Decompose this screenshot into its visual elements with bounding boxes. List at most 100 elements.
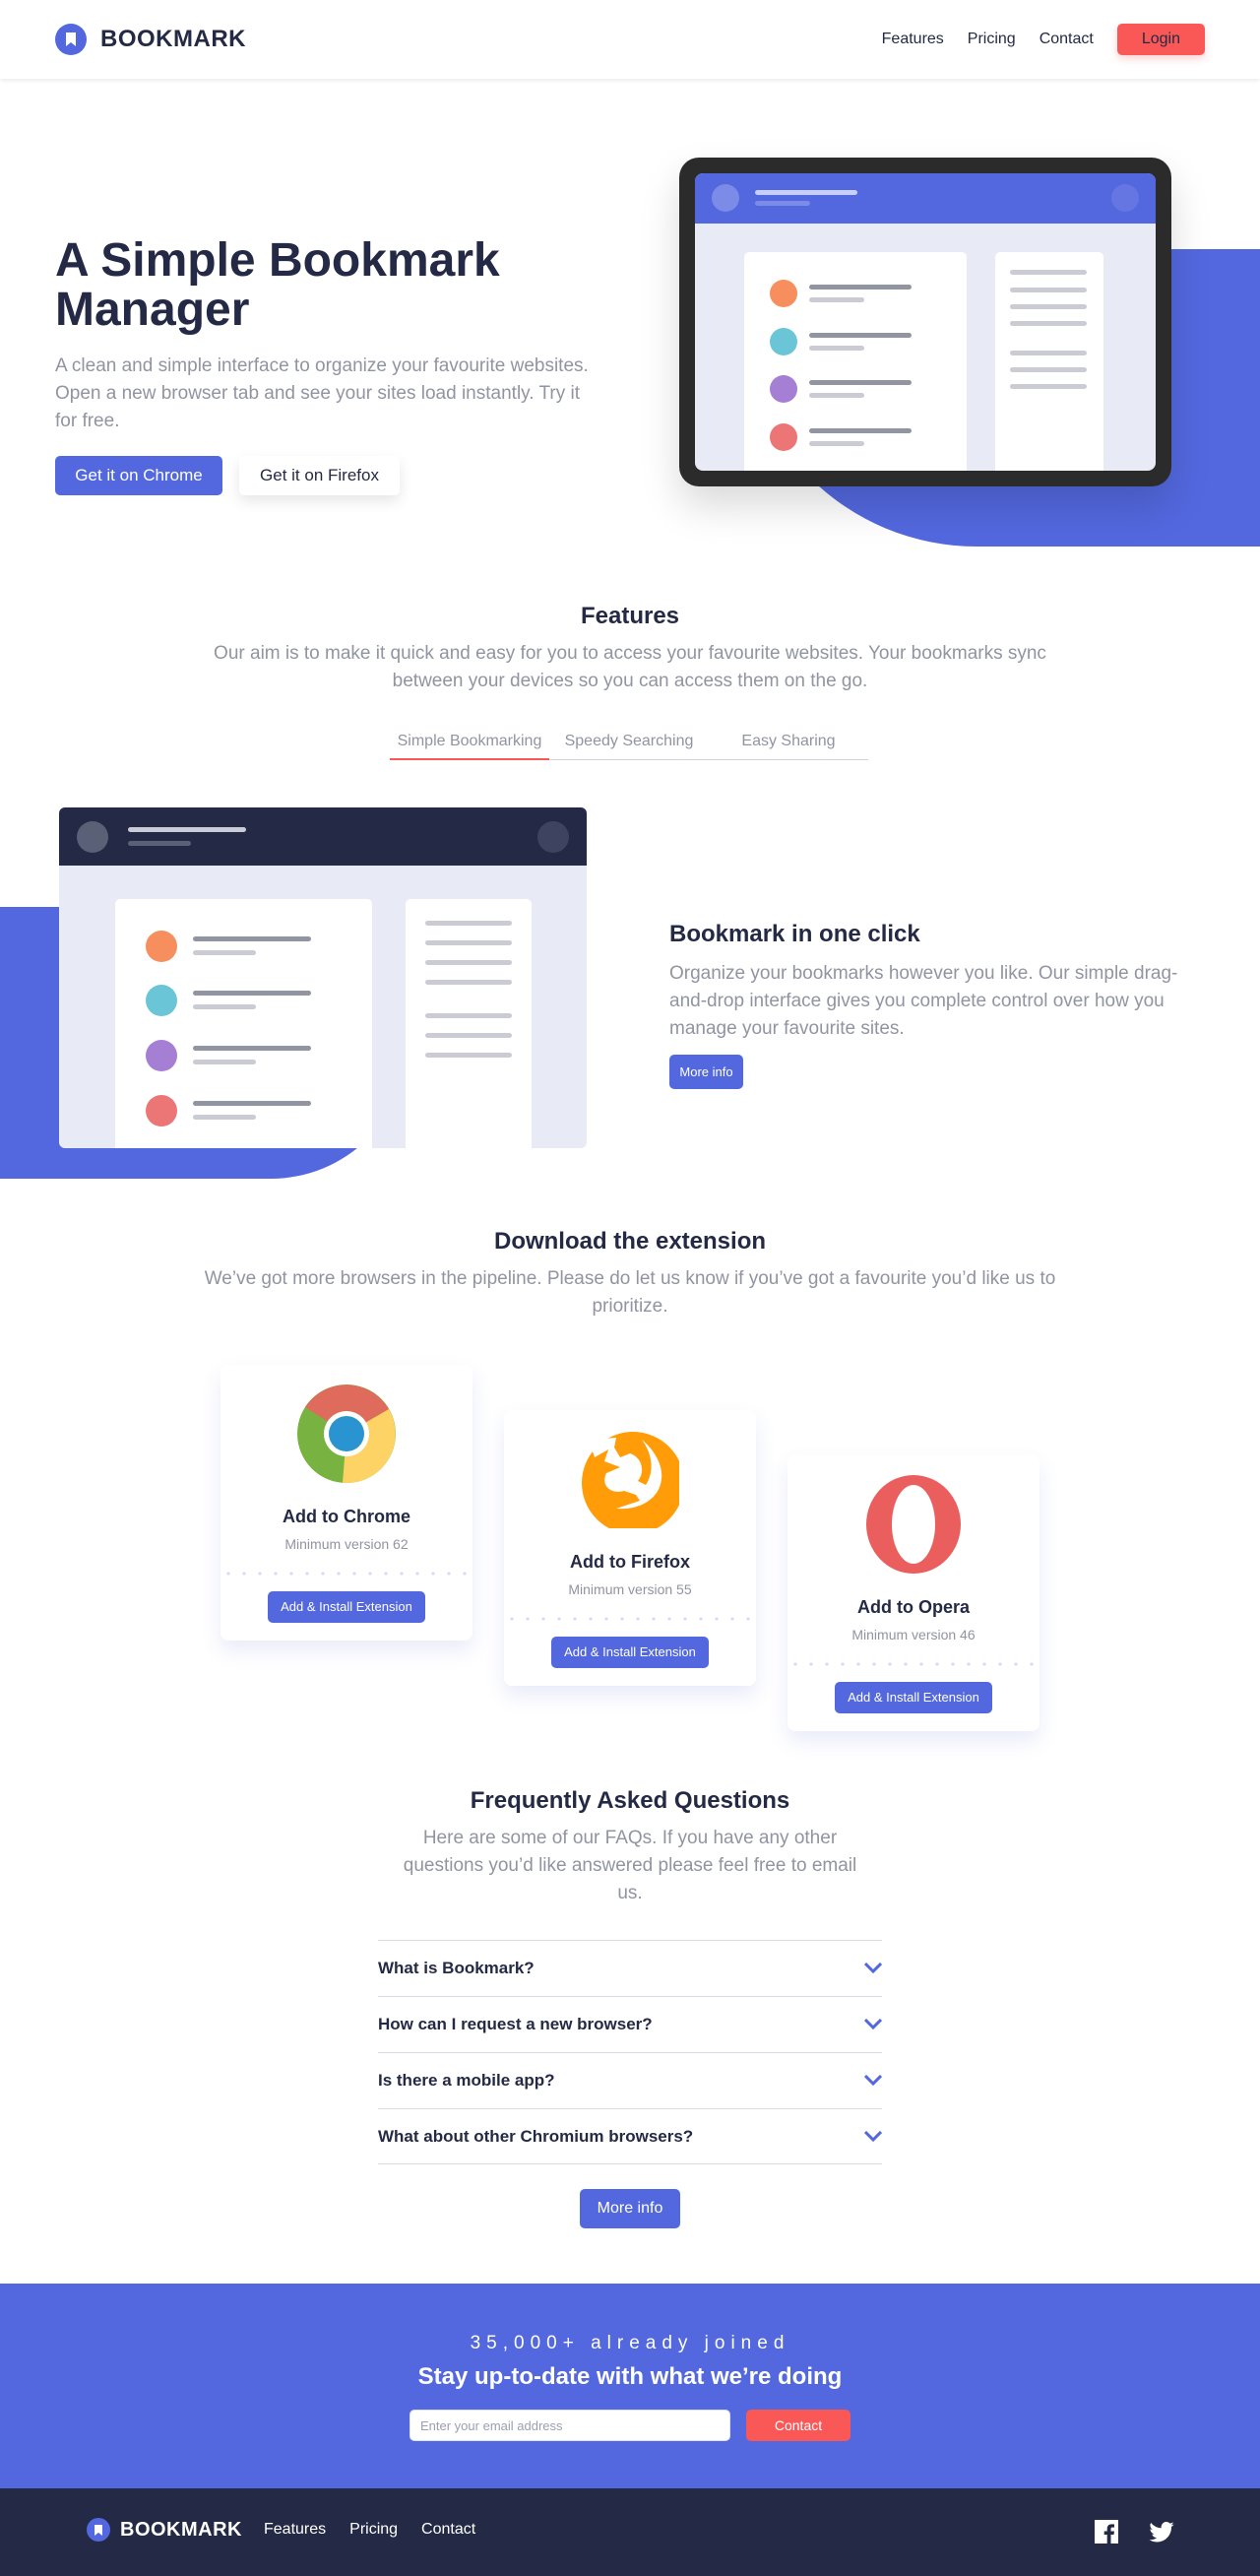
features-tabs: Simple Bookmarking Speedy Searching Easy… [390, 727, 868, 760]
mock-app-bar [59, 807, 587, 866]
footer-nav-features[interactable]: Features [264, 2521, 326, 2539]
bookmark-icon [55, 24, 87, 55]
faq-title: Frequently Asked Questions [470, 1787, 790, 1814]
tab-simple-bookmarking[interactable]: Simple Bookmarking [390, 727, 549, 760]
browser-card-version: Minimum version 62 [284, 1536, 409, 1552]
mock-line [809, 333, 912, 338]
mock-line [193, 991, 311, 996]
firefox-icon [582, 1432, 679, 1528]
chevron-down-icon [864, 2019, 882, 2030]
mock-line [1010, 304, 1087, 309]
facebook-icon[interactable] [1095, 2520, 1118, 2544]
dotted-divider [788, 1662, 1040, 1666]
faq-item[interactable]: What is Bookmark? [378, 1940, 882, 1996]
browser-card-title: Add to Firefox [570, 1552, 690, 1572]
browser-card-version: Minimum version 55 [568, 1581, 692, 1597]
browser-card-version: Minimum version 46 [851, 1627, 976, 1642]
mock-line [425, 1053, 512, 1058]
features-title: Features [580, 603, 680, 629]
hero-tablet-illustration [679, 158, 1171, 486]
mock-line [1010, 288, 1087, 292]
mock-item-dot [146, 1040, 177, 1071]
mock-line [425, 1033, 512, 1038]
newsletter-title: Stay up-to-date with what we’re doing [417, 2363, 843, 2390]
browser-card-opera: Add to Opera Minimum version 46 Add & In… [788, 1455, 1040, 1731]
mock-side-panel [995, 252, 1103, 471]
install-chrome-button[interactable]: Add & Install Extension [268, 1591, 425, 1623]
mock-line [193, 950, 256, 955]
mock-line [425, 940, 512, 945]
opera-icon [866, 1475, 961, 1574]
mock-item-dot [146, 985, 177, 1016]
faq-item[interactable]: What about other Chromium browsers? [378, 2108, 882, 2164]
tab-speedy-searching[interactable]: Speedy Searching [549, 727, 709, 759]
mock-line [1010, 321, 1087, 326]
tab-easy-sharing[interactable]: Easy Sharing [709, 727, 868, 759]
footer-nav-contact[interactable]: Contact [421, 2521, 475, 2539]
mock-line [425, 980, 512, 985]
brand-name: BOOKMARK [100, 26, 246, 52]
footer-nav: Features Pricing Contact [264, 2521, 475, 2539]
get-firefox-button[interactable]: Get it on Firefox [239, 456, 400, 495]
mock-line [809, 297, 864, 302]
dotted-divider [504, 1617, 756, 1621]
mock-menu-dot [537, 821, 569, 853]
mock-title-line [128, 827, 246, 832]
mock-line [193, 1004, 256, 1009]
nav-contact[interactable]: Contact [1040, 31, 1094, 48]
faq-question: What about other Chromium browsers? [378, 2126, 694, 2146]
mock-bookmark-list [115, 899, 372, 1148]
get-chrome-button[interactable]: Get it on Chrome [55, 456, 222, 495]
faq-question: What is Bookmark? [378, 1959, 535, 1977]
brand-logo[interactable]: BOOKMARK [55, 24, 246, 55]
footer-brand-name: BOOKMARK [120, 2518, 242, 2541]
faq-item[interactable]: How can I request a new browser? [378, 1996, 882, 2052]
mock-line [425, 960, 512, 965]
install-opera-button[interactable]: Add & Install Extension [835, 1682, 992, 1713]
mock-item-dot [770, 423, 797, 451]
faq-more-info-button[interactable]: More info [580, 2189, 680, 2228]
login-button[interactable]: Login [1116, 24, 1205, 55]
chevron-down-icon [864, 2075, 882, 2087]
twitter-icon[interactable] [1149, 2522, 1174, 2543]
mock-line [809, 346, 864, 351]
mock-item-dot [770, 280, 797, 307]
mock-avatar [77, 821, 108, 853]
mock-line [1010, 384, 1087, 389]
email-input[interactable] [410, 2410, 730, 2441]
nav-pricing[interactable]: Pricing [968, 31, 1016, 48]
install-firefox-button[interactable]: Add & Install Extension [551, 1637, 709, 1668]
mock-bookmark-list [744, 252, 967, 471]
mock-side-panel [406, 899, 532, 1148]
faq-question: Is there a mobile app? [378, 2071, 555, 2090]
nav-features[interactable]: Features [882, 31, 944, 48]
download-title: Download the extension [493, 1228, 767, 1255]
mock-line [809, 441, 864, 446]
faq-item[interactable]: Is there a mobile app? [378, 2052, 882, 2108]
mock-line [809, 285, 912, 290]
mock-line [1010, 367, 1087, 372]
tablet-screen [695, 173, 1156, 471]
mock-title-line [755, 190, 857, 195]
mock-subtitle-line [128, 841, 191, 846]
mock-line [193, 1046, 311, 1051]
mock-item-dot [770, 375, 797, 403]
mock-line [1010, 351, 1087, 355]
mock-item-dot [146, 1095, 177, 1127]
contact-button[interactable]: Contact [746, 2410, 850, 2441]
browser-card-title: Add to Chrome [283, 1507, 410, 1526]
footer-nav-pricing[interactable]: Pricing [349, 2521, 398, 2539]
footer-brand-logo[interactable]: BOOKMARK [87, 2518, 242, 2542]
mock-line [425, 1013, 512, 1018]
mock-line [193, 936, 311, 941]
browser-card-firefox: Add to Firefox Minimum version 55 Add & … [504, 1410, 756, 1686]
hero-subtitle: A clean and simple interface to organize… [55, 355, 589, 431]
faq-subtitle: Here are some of our FAQs. If you have a… [403, 1828, 857, 1903]
feature-more-info-button[interactable]: More info [669, 1055, 743, 1089]
browser-card-chrome: Add to Chrome Minimum version 62 Add & I… [220, 1365, 472, 1641]
chevron-down-icon [864, 1963, 882, 1974]
mock-line [1010, 270, 1087, 275]
download-subtitle: We’ve got more browsers in the pipeline.… [204, 1268, 1056, 1317]
mock-line [809, 393, 864, 398]
joined-count: 35,000+ already joined [470, 2333, 790, 2353]
